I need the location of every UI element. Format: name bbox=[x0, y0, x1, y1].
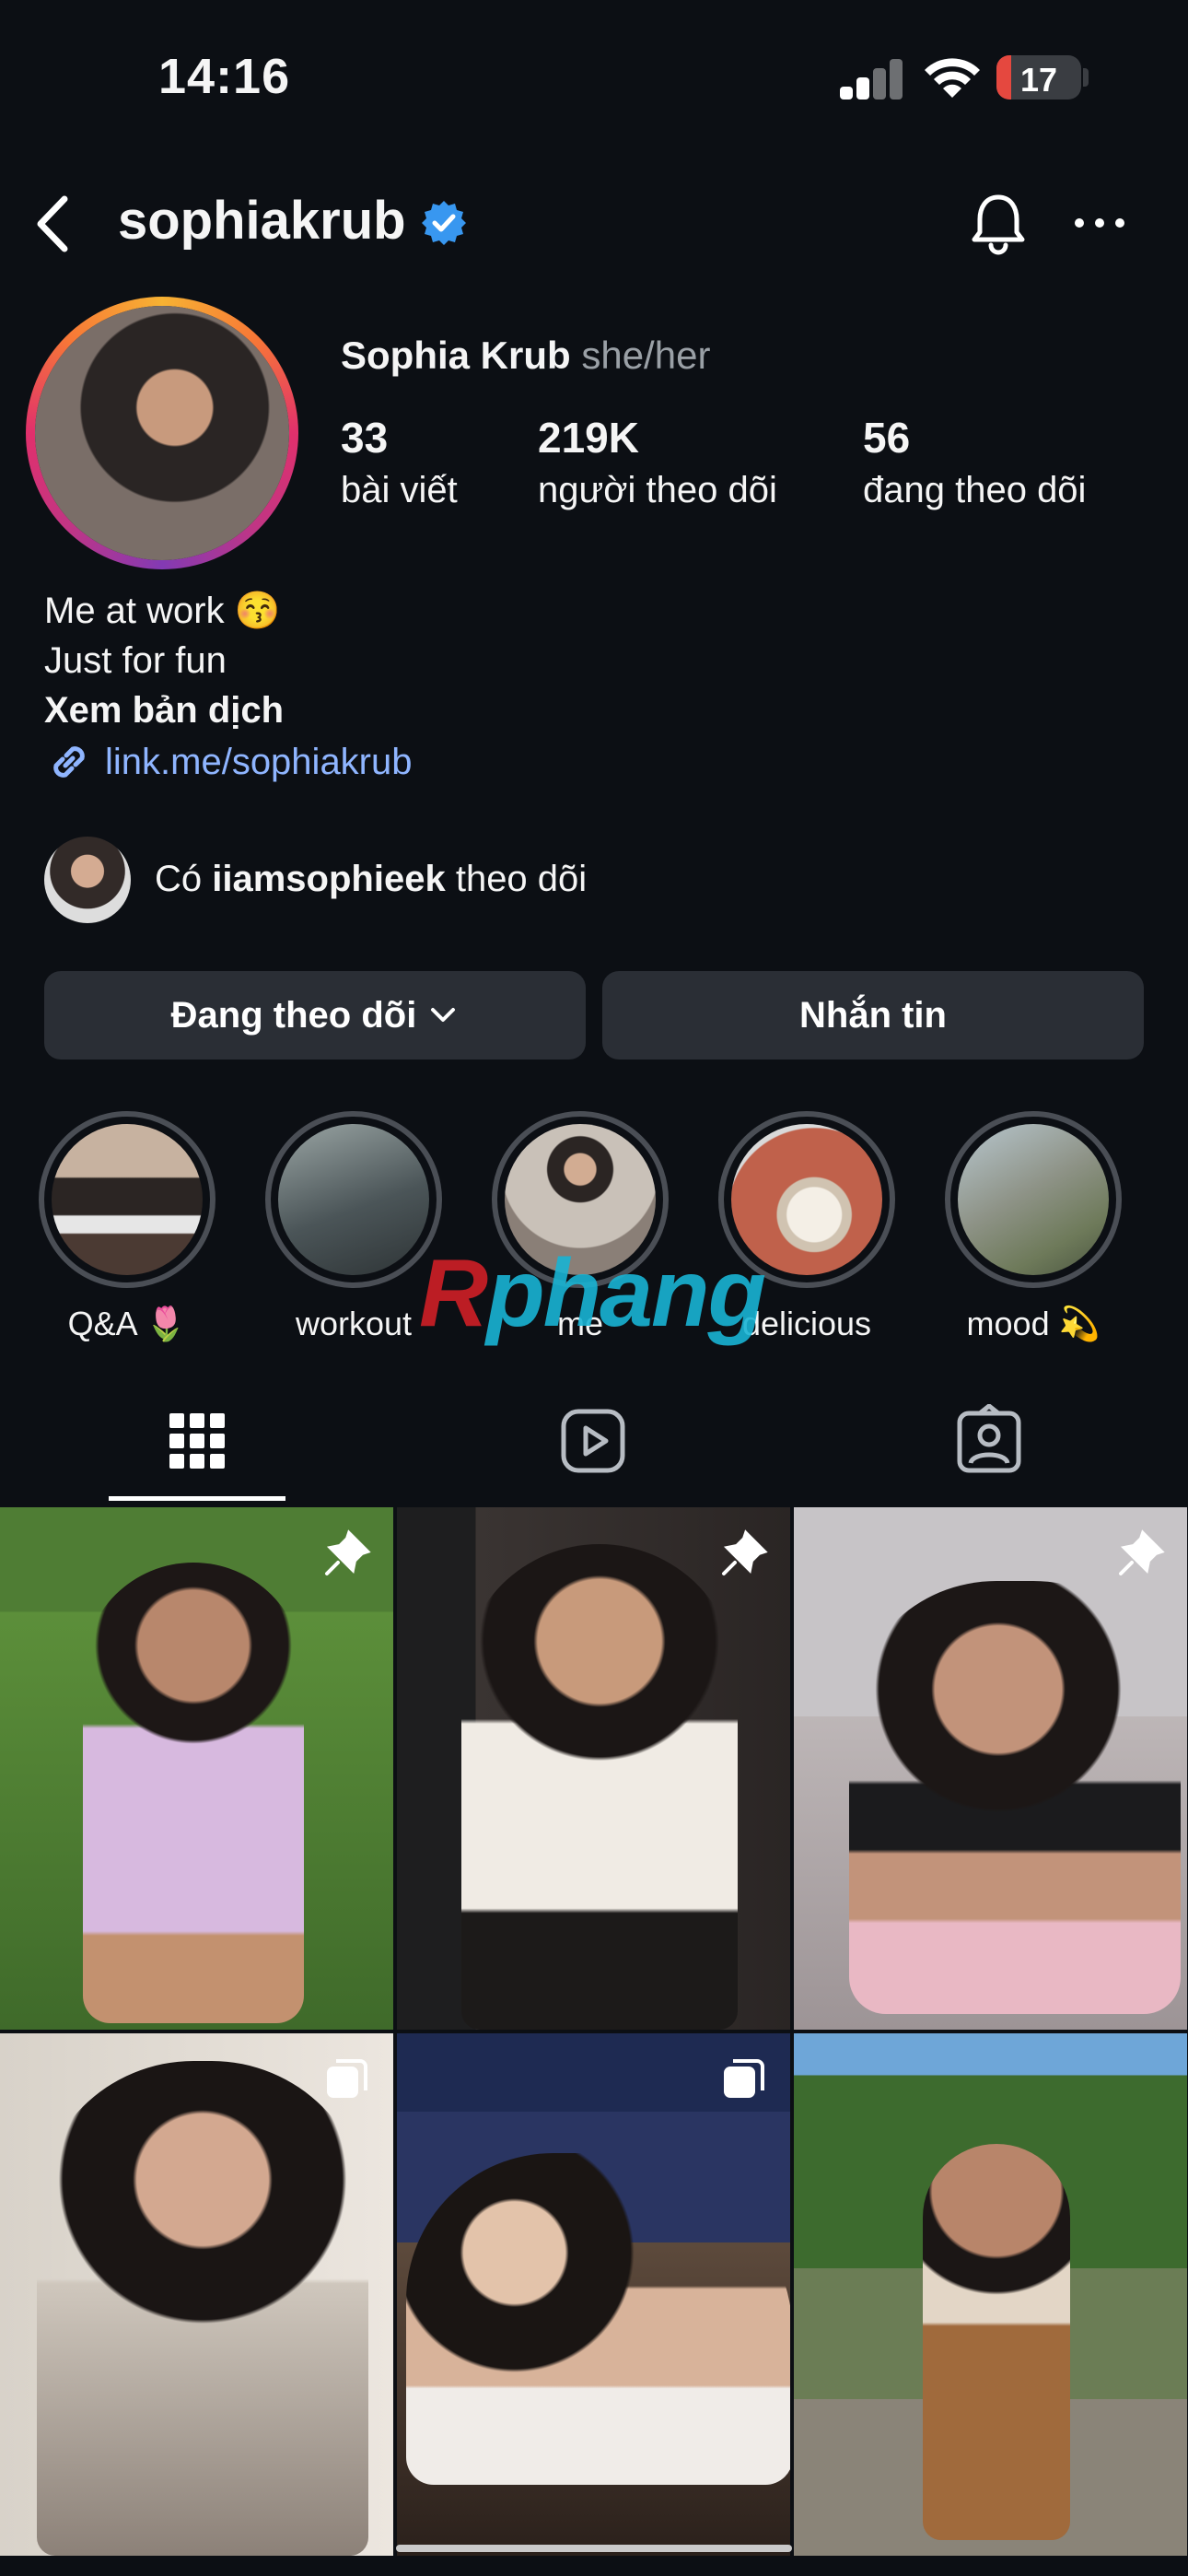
stat-value: 56 bbox=[863, 414, 911, 462]
highlight-label: Q&A 🌷 bbox=[67, 1305, 187, 1342]
link-text: link.me/sophiakrub bbox=[105, 741, 413, 782]
highlight-cover bbox=[52, 1124, 203, 1275]
battery-tip bbox=[1083, 68, 1089, 87]
post-thumbnail[interactable] bbox=[397, 2033, 790, 2556]
stat-following[interactable]: 56 đang theo dõi bbox=[863, 413, 1086, 511]
cellular-signal-icon bbox=[840, 59, 904, 100]
battery-indicator: 17 bbox=[996, 55, 1081, 100]
status-time: 14:16 bbox=[158, 49, 291, 104]
tagged-icon[interactable] bbox=[952, 1404, 1026, 1478]
scroll-indicator bbox=[396, 2545, 792, 2552]
profile-link[interactable]: link.me/sophiakrub bbox=[44, 737, 413, 787]
watermark-text: phang bbox=[486, 1240, 766, 1347]
highlight-cover bbox=[958, 1124, 1109, 1275]
watermark-logo: Rphang bbox=[419, 1239, 766, 1349]
pin-icon bbox=[1119, 1529, 1165, 1575]
stat-label: đang theo dõi bbox=[863, 470, 1087, 510]
bio-line: Just for fun bbox=[44, 640, 227, 681]
highlight-qa[interactable]: Q&A 🌷 bbox=[39, 1111, 215, 1343]
bio-line: Me at work 😚 bbox=[44, 591, 281, 631]
post-thumbnail[interactable] bbox=[0, 1507, 393, 2030]
link-icon bbox=[53, 746, 85, 778]
notification-bell-icon[interactable] bbox=[965, 190, 1031, 256]
message-button[interactable]: Nhắn tin bbox=[602, 971, 1144, 1060]
bio: Me at work 😚 Just for fun Xem bản dịch bbox=[44, 586, 284, 735]
stat-label: bài viết bbox=[341, 470, 458, 510]
followed-by-text[interactable]: Có iiamsophieek theo dõi bbox=[155, 859, 587, 900]
pin-icon bbox=[722, 1529, 768, 1575]
followed-prefix: Có bbox=[155, 859, 203, 899]
multi-photo-icon bbox=[724, 2059, 764, 2098]
back-icon[interactable] bbox=[29, 193, 76, 254]
post-thumbnail[interactable] bbox=[794, 1507, 1187, 2030]
post-thumbnail[interactable] bbox=[0, 2033, 393, 2556]
stat-value: 33 bbox=[341, 414, 389, 462]
display-name: Sophia Krub she/her bbox=[341, 334, 710, 378]
full-name: Sophia Krub bbox=[341, 334, 571, 377]
battery-level: 17 bbox=[1019, 61, 1058, 99]
reels-icon[interactable] bbox=[556, 1404, 630, 1478]
highlight-workout[interactable]: workout bbox=[265, 1111, 442, 1343]
verified-badge-icon bbox=[422, 201, 466, 245]
post-thumbnail[interactable] bbox=[794, 2033, 1187, 2556]
message-label: Nhắn tin bbox=[799, 994, 947, 1036]
grid-icon[interactable] bbox=[160, 1404, 234, 1478]
highlight-label: workout bbox=[295, 1305, 413, 1342]
active-tab-indicator bbox=[109, 1496, 285, 1501]
highlight-label: mood 💫 bbox=[966, 1305, 1101, 1342]
mutual-follower-name: iiamsophieek bbox=[212, 859, 446, 899]
translate-link[interactable]: Xem bản dịch bbox=[44, 685, 284, 735]
following-label: Đang theo dõi bbox=[170, 994, 417, 1036]
avatar-photo bbox=[35, 306, 289, 560]
watermark-letter: R bbox=[419, 1240, 488, 1347]
following-button[interactable]: Đang theo dõi bbox=[44, 971, 586, 1060]
profile-avatar[interactable] bbox=[26, 297, 298, 569]
highlight-mood[interactable]: mood 💫 bbox=[945, 1111, 1122, 1343]
post-thumbnail[interactable] bbox=[397, 1507, 790, 2030]
followed-suffix: theo dõi bbox=[455, 859, 588, 899]
pin-icon bbox=[325, 1529, 371, 1575]
multi-photo-icon bbox=[327, 2059, 367, 2098]
pronouns: she/her bbox=[581, 334, 711, 377]
more-options-icon[interactable] bbox=[1072, 205, 1127, 241]
chevron-down-icon bbox=[431, 1008, 456, 1022]
stat-posts[interactable]: 33 bài viết bbox=[341, 413, 458, 511]
stat-label: người theo dõi bbox=[538, 470, 777, 510]
profile-username: sophiakrub bbox=[118, 191, 406, 251]
highlight-cover bbox=[278, 1124, 429, 1275]
stat-followers[interactable]: 219K người theo dõi bbox=[538, 413, 777, 511]
wifi-icon bbox=[925, 58, 980, 98]
stat-value: 219K bbox=[538, 414, 639, 462]
mutual-follower-avatar[interactable] bbox=[44, 837, 131, 923]
